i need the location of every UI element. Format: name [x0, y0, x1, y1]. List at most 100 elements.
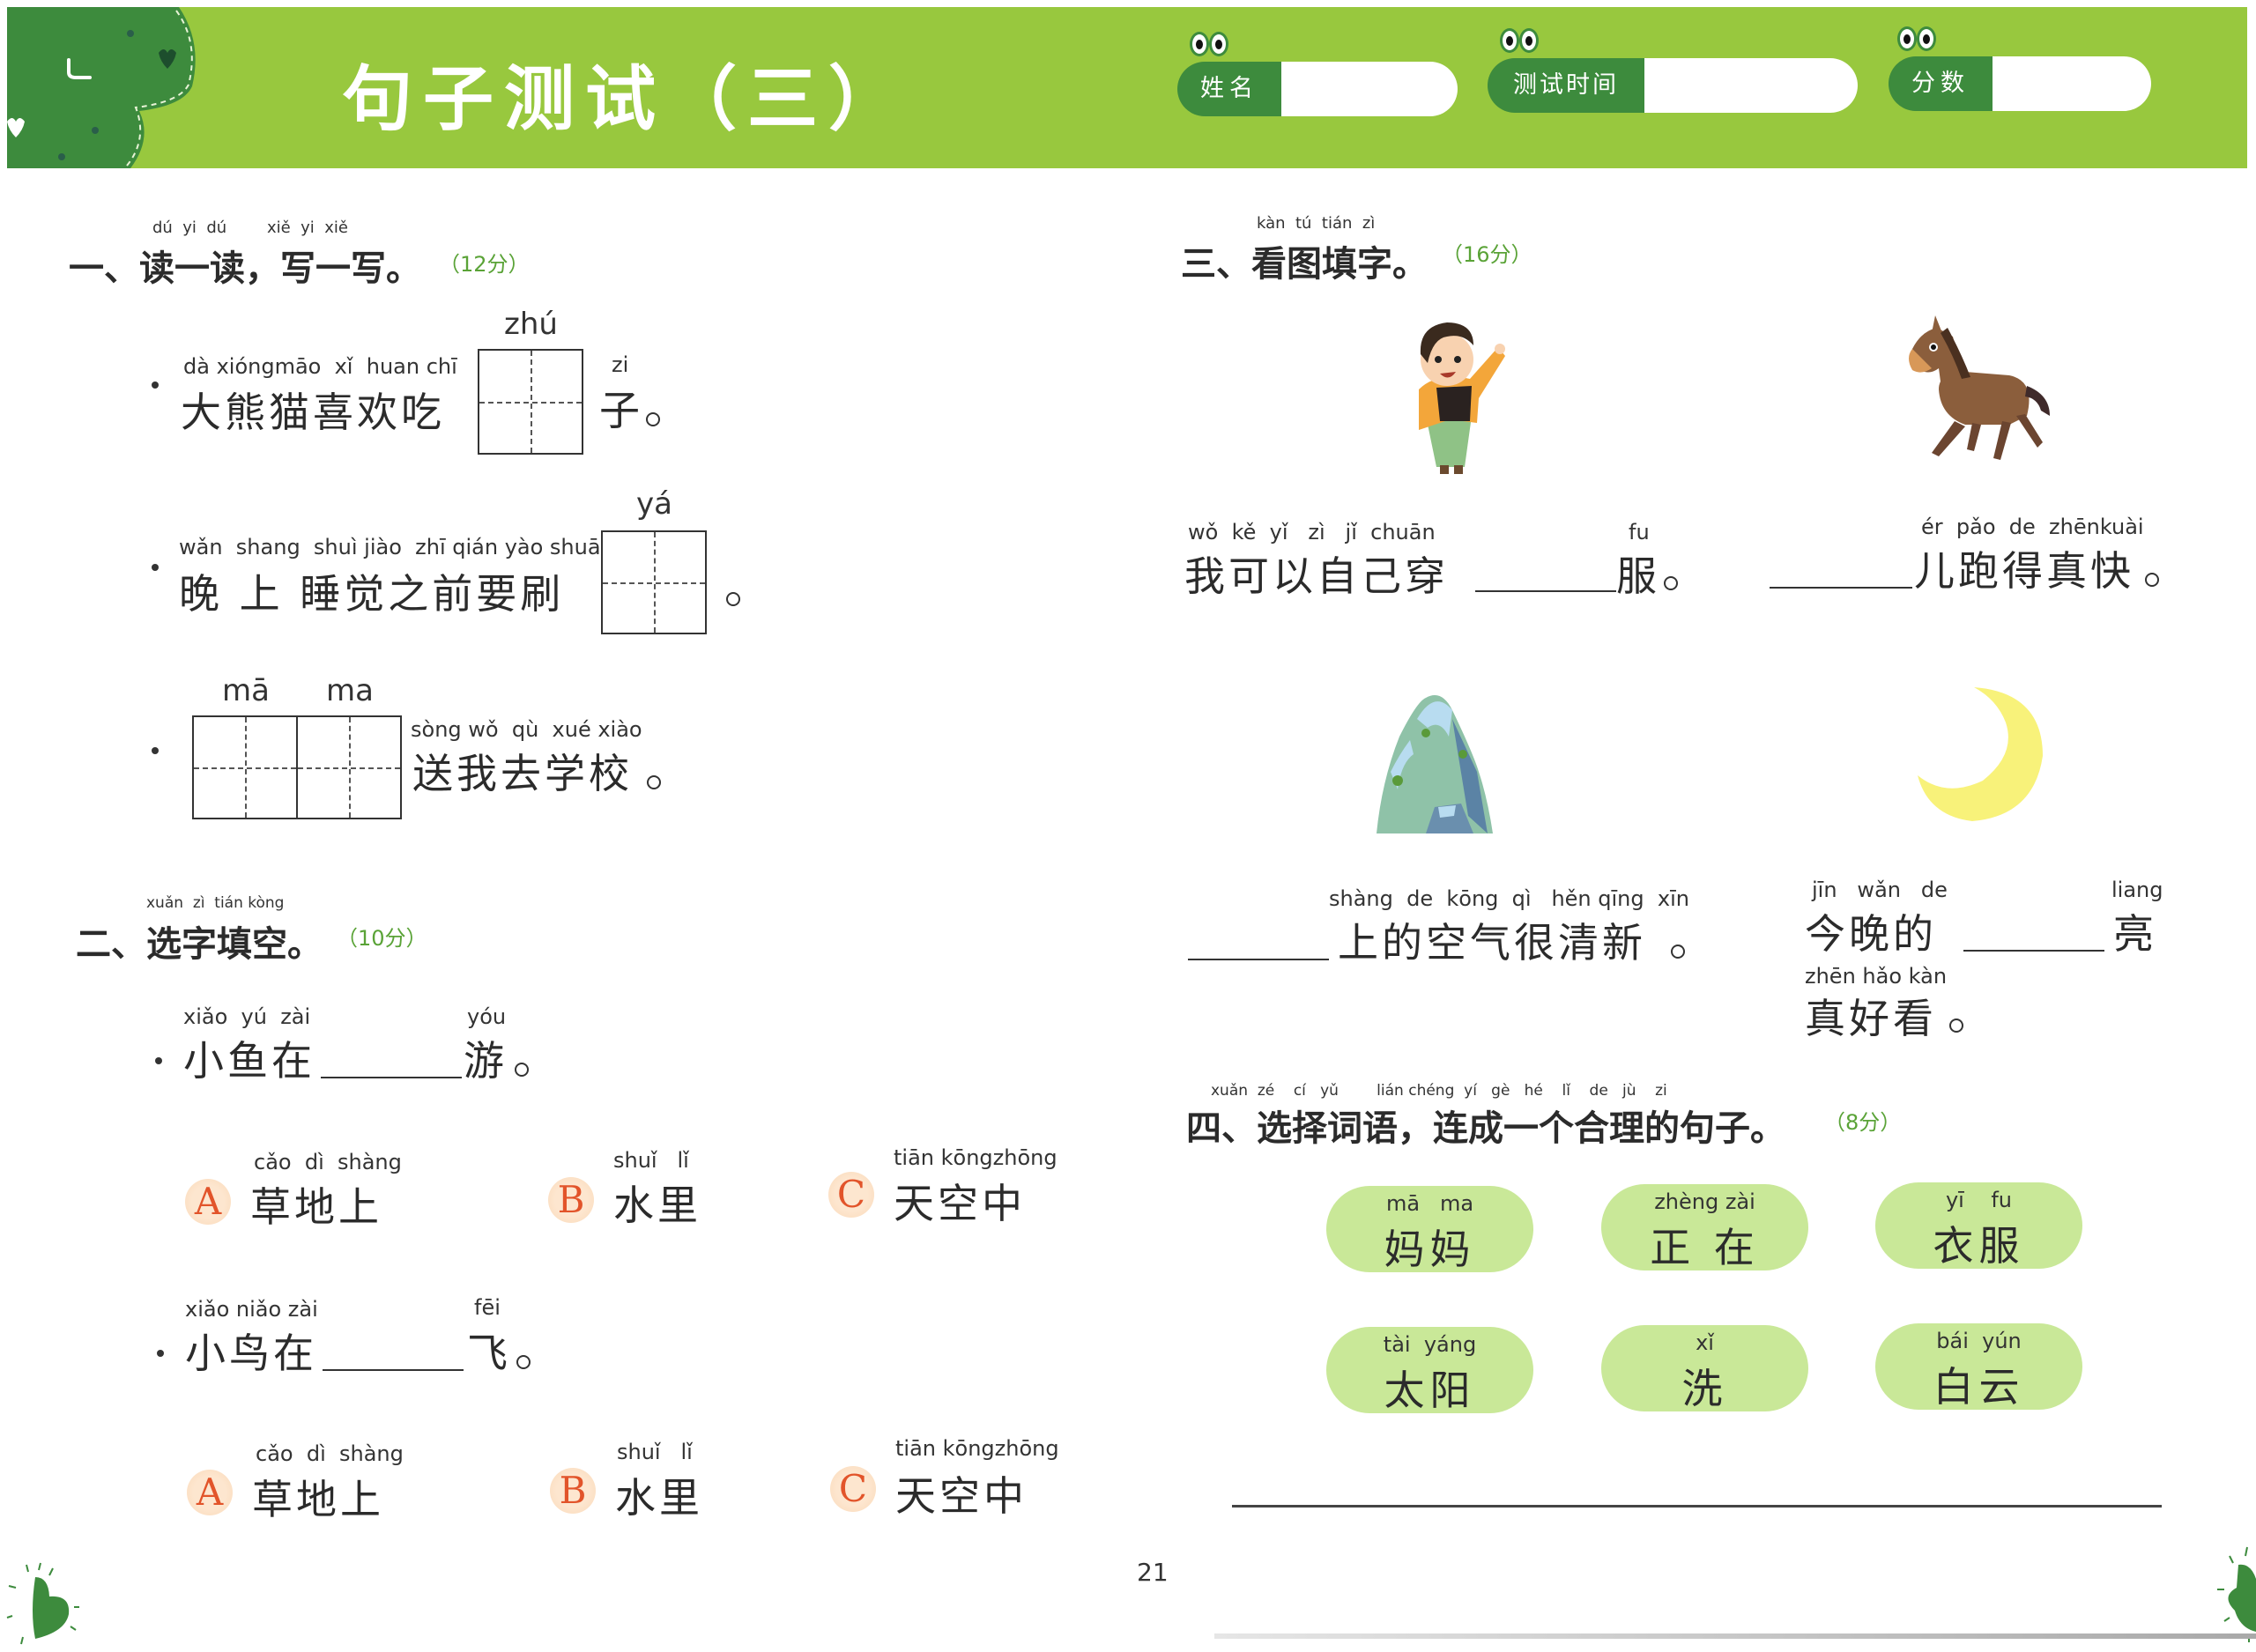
sentence-text: 服 [1616, 552, 1660, 600]
fill-blank[interactable] [323, 1369, 464, 1371]
page-edge-shadow [1214, 1633, 2256, 1639]
option-a-badge[interactable]: A [187, 1470, 233, 1515]
fill-blank[interactable] [1770, 587, 1912, 589]
sentence-text: 晚 上 睡觉之前要刷 [179, 570, 565, 618]
word-text: 正 在 [1650, 1224, 1760, 1271]
word-card-xi[interactable]: xǐ 洗 [1601, 1325, 1808, 1412]
section-pinyin: kàn tú tián zì [1257, 214, 1376, 233]
mountain-icon [1377, 695, 1493, 833]
section-points: （12分） [439, 252, 530, 277]
heart-decoration-icon [6, 1562, 79, 1645]
sentence-text: 我可以自己穿 [1184, 552, 1449, 600]
moon-icon [1918, 687, 2043, 821]
sentence-text: 飞 [467, 1330, 511, 1377]
pinyin: jīn wǎn de [1812, 878, 1948, 902]
eyes-icon [1500, 28, 1539, 58]
option-a-badge[interactable]: A [185, 1179, 231, 1225]
sentence-text: 大熊猫喜欢吃 [181, 389, 445, 436]
section-title: 二、选字填空。 [76, 924, 323, 965]
pinyin: shàng de kōng qì hěn qīng xīn [1329, 886, 1689, 911]
word-text: 妈妈 [1384, 1226, 1476, 1273]
period-mark [726, 592, 740, 606]
fill-blank[interactable] [1963, 950, 2104, 952]
period-mark [647, 775, 661, 789]
pinyin: fēi [474, 1295, 501, 1320]
option-text[interactable]: 草地上 [252, 1468, 384, 1526]
test-time-label: 测试时间 [1488, 58, 1644, 113]
word-pinyin: bái yún [1936, 1329, 2022, 1353]
horse-icon [1909, 315, 2050, 460]
pinyin: xiǎo niǎo zài [185, 1297, 318, 1322]
word-card-baiyun[interactable]: bái yún 白云 [1875, 1323, 2082, 1411]
word-pinyin: tài yáng [1383, 1332, 1477, 1357]
option-b-badge[interactable]: B [550, 1468, 596, 1514]
word-card-mama[interactable]: mā ma 妈妈 [1326, 1186, 1533, 1273]
fill-blank[interactable] [1188, 959, 1329, 960]
test-time-field: 测试时间 [1488, 28, 1858, 113]
name-input[interactable] [1281, 62, 1458, 116]
pinyin: xiǎo yú zài [183, 1004, 311, 1029]
pinyin: wǒ kě yǐ zì jǐ chuān [1188, 520, 1436, 544]
sentence-text: 子 [599, 387, 643, 434]
section-pinyin: dú yi dú xiě yi xiě [152, 219, 348, 237]
word-pinyin: yī fu [1945, 1188, 2013, 1212]
writing-grid-box[interactable] [478, 349, 583, 455]
sentence-text: 送我去学校 [412, 750, 633, 797]
word-card-taiyang[interactable]: tài yáng 太阳 [1326, 1327, 1533, 1414]
writing-grid-box[interactable] [192, 715, 298, 819]
section-pinyin: xuǎn zì tián kòng [146, 894, 285, 912]
period-mark [516, 1355, 531, 1369]
word-pinyin: zhèng zài [1654, 1189, 1755, 1214]
page-number: 21 [1137, 1558, 1169, 1587]
word-text: 洗 [1681, 1365, 1728, 1412]
pinyin: sòng wǒ qù xué xiào [411, 717, 642, 742]
sentence-text: 真好看 [1805, 995, 1937, 1042]
section-title: 一、读一读，写一写。 [69, 248, 421, 289]
fill-blank[interactable] [1475, 590, 1616, 592]
sentence-text: 小鸟在 [185, 1330, 317, 1377]
option-text[interactable]: 天空中 [894, 1172, 1026, 1230]
box-pinyin: yá [636, 486, 672, 522]
option-c-badge[interactable]: C [830, 1466, 876, 1512]
word-card-yifu[interactable]: yī fu 衣服 [1875, 1182, 2082, 1270]
bullet [152, 382, 159, 389]
pinyin: ér pǎo de zhēnkuài [1921, 515, 2144, 539]
word-pinyin: xǐ [1696, 1330, 1714, 1355]
word-card-zhengzai[interactable]: zhèng zài 正 在 [1601, 1184, 1808, 1271]
fill-blank[interactable] [321, 1077, 462, 1078]
section-points: （10分） [337, 926, 427, 951]
corner-decoration-icon [7, 7, 196, 168]
pinyin: dà xióngmāo xǐ huan chī [183, 354, 457, 379]
section-pinyin: xuǎn zé cí yǔ lián chéng yí gè hé lǐ de … [1211, 1082, 1667, 1100]
option-pinyin: cǎo dì shàng [254, 1150, 402, 1174]
option-text[interactable]: 草地上 [250, 1175, 382, 1233]
writing-grid-box[interactable] [601, 530, 707, 634]
option-pinyin: cǎo dì shàng [256, 1441, 404, 1466]
pinyin: zi [612, 352, 629, 377]
sentence-text: 游 [464, 1037, 508, 1085]
option-b-badge[interactable]: B [548, 1177, 594, 1223]
bullet [152, 747, 159, 754]
word-text: 太阳 [1384, 1367, 1476, 1414]
option-c-badge[interactable]: C [828, 1172, 874, 1218]
option-text[interactable]: 水里 [613, 1174, 701, 1232]
box-pinyin: zhú [504, 307, 558, 342]
name-field: 姓名 [1177, 32, 1458, 116]
option-pinyin: shuǐ lǐ [613, 1148, 689, 1173]
option-text[interactable]: 天空中 [895, 1464, 1028, 1522]
pinyin: fu [1629, 520, 1650, 544]
bullet [155, 1057, 162, 1064]
writing-grid-box[interactable] [296, 715, 402, 819]
option-text[interactable]: 水里 [615, 1466, 703, 1524]
period-mark [2145, 573, 2159, 587]
score-input[interactable] [1993, 56, 2151, 111]
answer-line[interactable] [1232, 1505, 2162, 1508]
score-label: 分数 [1889, 56, 1993, 111]
test-time-input[interactable] [1644, 58, 1858, 113]
eyes-icon [1190, 32, 1228, 62]
option-pinyin: tiān kōngzhōng [895, 1436, 1059, 1461]
section-points: （8分） [1824, 1110, 1902, 1135]
pinyin: liang [2111, 878, 2163, 902]
boy-icon [1419, 322, 1505, 474]
bullet [157, 1350, 164, 1357]
